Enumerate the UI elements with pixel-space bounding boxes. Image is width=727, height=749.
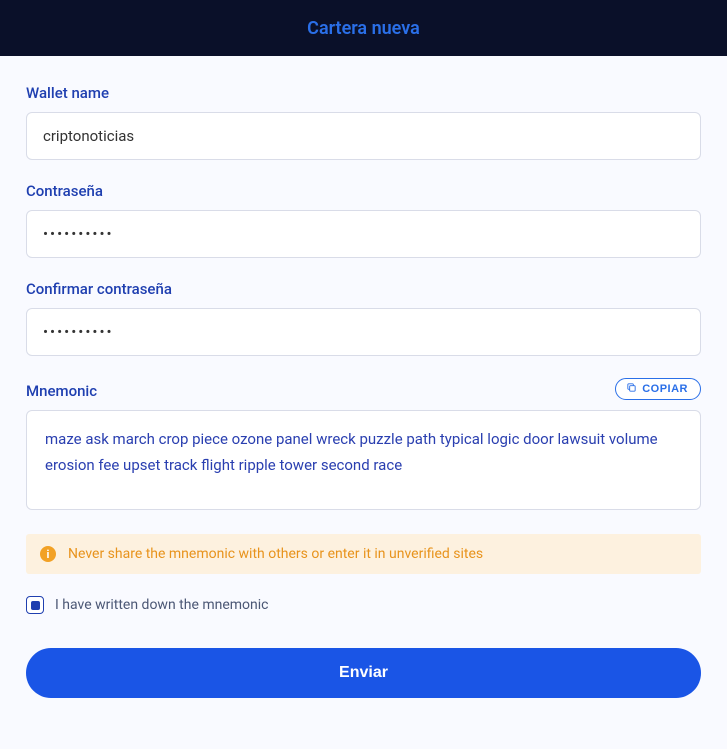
password-input[interactable]	[26, 210, 701, 258]
wallet-name-group: Wallet name	[26, 84, 701, 160]
mnemonic-textarea[interactable]: maze ask march crop piece ozone panel wr…	[26, 410, 701, 510]
header-bar: Cartera nueva	[0, 0, 727, 56]
confirm-checkbox-row: I have written down the mnemonic	[26, 596, 701, 614]
submit-button[interactable]: Enviar	[26, 648, 701, 698]
copy-button-label: COPIAR	[642, 383, 688, 395]
copy-icon	[626, 382, 637, 396]
form-content: Wallet name Contraseña Confirmar contras…	[0, 56, 727, 698]
checkbox-checked-icon	[31, 601, 40, 610]
info-icon: i	[40, 546, 56, 562]
confirm-checkbox-label: I have written down the mnemonic	[55, 597, 269, 613]
password-label: Contraseña	[26, 182, 701, 200]
wallet-name-input[interactable]	[26, 112, 701, 160]
confirm-password-label: Confirmar contraseña	[26, 280, 701, 298]
warning-banner: i Never share the mnemonic with others o…	[26, 534, 701, 574]
warning-text: Never share the mnemonic with others or …	[68, 546, 483, 562]
confirm-password-group: Confirmar contraseña	[26, 280, 701, 356]
password-group: Contraseña	[26, 182, 701, 258]
confirm-checkbox[interactable]	[26, 596, 44, 614]
mnemonic-label: Mnemonic	[26, 382, 97, 400]
mnemonic-label-row: Mnemonic COPIAR	[26, 378, 701, 400]
page-title: Cartera nueva	[307, 18, 420, 39]
copy-button[interactable]: COPIAR	[615, 378, 701, 400]
mnemonic-group: Mnemonic COPIAR maze ask march crop piec…	[26, 378, 701, 510]
wallet-name-label: Wallet name	[26, 84, 701, 102]
confirm-password-input[interactable]	[26, 308, 701, 356]
